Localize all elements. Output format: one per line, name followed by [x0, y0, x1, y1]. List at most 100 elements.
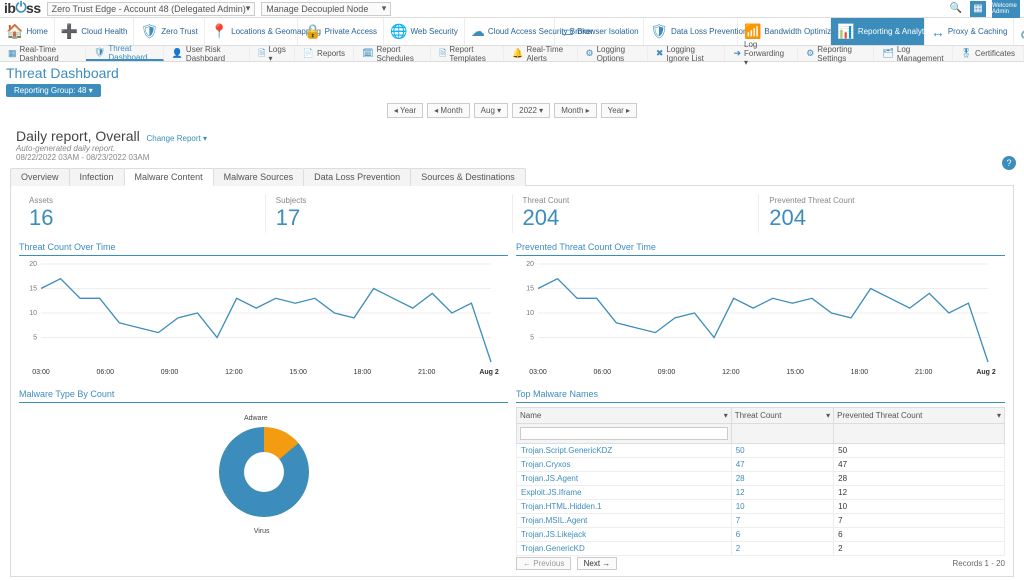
- month-select[interactable]: Aug ▾: [474, 103, 508, 118]
- svg-text:10: 10: [29, 310, 37, 317]
- table-row[interactable]: Trojan.JS.Agent2828: [517, 472, 1005, 486]
- ribbon-icon: 📊: [837, 23, 854, 40]
- tab-malware-content[interactable]: Malware Content: [124, 168, 214, 186]
- ribbon-home[interactable]: 🏠Home: [0, 18, 55, 45]
- col-name[interactable]: Name ▾: [517, 408, 732, 424]
- prev-year-button[interactable]: ◂ Year: [387, 103, 423, 118]
- date-range-bar: ◂ Year ◂ Month Aug ▾ 2022 ▾ Month ▸ Year…: [0, 103, 1024, 118]
- subtab-report-schedules[interactable]: 🗓Report Schedules: [354, 46, 431, 61]
- svg-text:03:00: 03:00: [32, 369, 50, 376]
- tab-sources-destinations[interactable]: Sources & Destinations: [410, 168, 526, 186]
- svg-text:09:00: 09:00: [161, 369, 179, 376]
- ribbon-icon: 🌐: [390, 23, 407, 40]
- threat-count-card: Threat Count Over Time 510152003:0006:00…: [19, 239, 508, 380]
- subtab-log-management[interactable]: 🗂Log Management: [874, 46, 952, 61]
- ribbon-web-security[interactable]: 🌐Web Security: [384, 18, 465, 45]
- pager-next[interactable]: Next →: [577, 557, 618, 570]
- table-row[interactable]: Trojan.Script.GenericKDZ5050: [517, 444, 1005, 458]
- tab-infection[interactable]: Infection: [69, 168, 125, 186]
- stat-subjects: Subjects17: [266, 194, 513, 233]
- subtab-icon: ⚙: [806, 48, 814, 59]
- svg-text:06:00: 06:00: [594, 369, 612, 376]
- ribbon-locations-geomapping[interactable]: 📍Locations & Geomapping: [205, 18, 298, 45]
- svg-text:15:00: 15:00: [786, 369, 804, 376]
- table-footer: ← Previous Next → Records 1 - 20: [516, 556, 1005, 568]
- subtab-report-templates[interactable]: 🗎Report Templates: [431, 46, 504, 61]
- tab-overview[interactable]: Overview: [10, 168, 70, 186]
- pie-label-virus: Virus: [254, 528, 270, 535]
- next-year-button[interactable]: Year ▸: [601, 103, 637, 118]
- subtab-threat-dashboard[interactable]: 🛡Threat Dashboard: [86, 46, 164, 61]
- table-row[interactable]: Trojan.JS.Likejack66: [517, 528, 1005, 542]
- report-header: Daily report, Overall Change Report ▾ Au…: [10, 126, 1014, 164]
- subtab-icon: ➜: [733, 48, 741, 59]
- svg-text:21:00: 21:00: [418, 369, 436, 376]
- table-row[interactable]: Trojan.MSIL.Agent77: [517, 514, 1005, 528]
- change-report-link[interactable]: Change Report ▾: [146, 134, 207, 143]
- subtab-real-time-alerts[interactable]: 🔔Real-Time Alerts: [504, 46, 577, 61]
- ribbon-icon: ➕: [61, 23, 78, 40]
- ribbon-connect-devices[interactable]: 🔗Connect Devices: [1014, 18, 1024, 45]
- prev-month-button[interactable]: ◂ Month: [427, 103, 469, 118]
- subtab-user-risk-dashboard[interactable]: 👤User Risk Dashboard: [164, 46, 251, 61]
- subtab-logging-options[interactable]: ⚙Logging Options: [578, 46, 648, 61]
- svg-text:10: 10: [526, 310, 534, 317]
- tab-malware-sources[interactable]: Malware Sources: [213, 168, 305, 186]
- ribbon-reporting-analytics[interactable]: 📊Reporting & Analytics: [831, 18, 924, 45]
- current-user-badge[interactable]: Welcome Admin: [992, 0, 1020, 18]
- subtab-icon: 🎖: [961, 48, 972, 59]
- table-row[interactable]: Trojan.GenericKD22: [517, 542, 1005, 556]
- ribbon-icon: ☁: [471, 23, 485, 40]
- ribbon-browser-isolation[interactable]: ▭Browser Isolation: [555, 18, 644, 45]
- pie-label-adware: Adware: [244, 415, 268, 422]
- subtab-certificates[interactable]: 🎖Certificates: [953, 46, 1024, 61]
- subtab-reporting-settings[interactable]: ⚙Reporting Settings: [798, 46, 874, 61]
- ribbon-icon: 📶: [744, 23, 761, 40]
- col-threat[interactable]: Threat Count ▾: [731, 408, 833, 424]
- ribbon-cloud-access-security-broker[interactable]: ☁Cloud Access Security Broker: [465, 18, 555, 45]
- svg-text:12:00: 12:00: [722, 369, 740, 376]
- svg-text:15: 15: [29, 286, 37, 293]
- table-row[interactable]: Trojan.Cryxos4747: [517, 458, 1005, 472]
- ribbon-private-access[interactable]: 🔒Private Access: [298, 18, 384, 45]
- subtab-logs-[interactable]: 🗎Logs ▾: [250, 46, 295, 61]
- subtab-bar: ▦Real-Time Dashboard🛡Threat Dashboard👤Us…: [0, 46, 1024, 62]
- malware-table: Name ▾ Threat Count ▾ Prevented Threat C…: [516, 407, 1005, 556]
- table-row[interactable]: Trojan.HTML.Hidden.11010: [517, 500, 1005, 514]
- ribbon-icon: 🛡: [140, 23, 158, 40]
- reporting-group-pill[interactable]: Reporting Group: 48 ▾: [6, 84, 101, 97]
- subtab-icon: ▦: [8, 48, 17, 59]
- year-select[interactable]: 2022 ▾: [512, 103, 550, 118]
- svg-text:09:00: 09:00: [658, 369, 676, 376]
- subtab-reports[interactable]: 📄Reports: [295, 46, 354, 61]
- prevented-count-chart: 510152003:0006:0009:0012:0015:0018:0021:…: [516, 260, 996, 378]
- ribbon-zero-trust[interactable]: 🛡Zero Trust: [134, 18, 204, 45]
- account-selector[interactable]: Zero Trust Edge - Account 48 (Delegated …: [47, 2, 256, 16]
- col-prevented[interactable]: Prevented Threat Count ▾: [834, 408, 1005, 424]
- ribbon-cloud-health[interactable]: ➕Cloud Health: [55, 18, 135, 45]
- subtab-log-forwarding-[interactable]: ➜Log Forwarding ▾: [725, 46, 798, 61]
- pager-prev[interactable]: ← Previous: [516, 557, 571, 570]
- node-selector[interactable]: Manage Decoupled Node▾: [261, 2, 391, 16]
- ribbon-icon: 🏠: [6, 23, 23, 40]
- svg-text:12:00: 12:00: [225, 369, 243, 376]
- grid-icon[interactable]: ▦: [970, 1, 986, 17]
- tab-data-loss-prevention[interactable]: Data Loss Prevention: [303, 168, 411, 186]
- svg-text:15:00: 15:00: [289, 369, 307, 376]
- ribbon-data-loss-prevention[interactable]: 🛡Data Loss Prevention: [644, 18, 738, 45]
- next-month-button[interactable]: Month ▸: [554, 103, 596, 118]
- stat-threat-count: Threat Count204: [513, 194, 760, 233]
- ribbon-proxy-caching[interactable]: ↔Proxy & Caching: [925, 18, 1015, 45]
- help-icon[interactable]: ?: [1002, 156, 1016, 170]
- ribbon-icon: ↔: [931, 24, 945, 40]
- ribbon-icon: 🔗: [1020, 23, 1024, 40]
- search-icon[interactable]: 🔍: [948, 1, 964, 17]
- subtab-real-time-dashboard[interactable]: ▦Real-Time Dashboard: [0, 46, 86, 61]
- table-row[interactable]: Exploit.JS.Iframe1212: [517, 486, 1005, 500]
- name-filter-input[interactable]: [520, 427, 728, 440]
- subtab-logging-ignore-list[interactable]: ✖Logging Ignore List: [648, 46, 726, 61]
- chart-title: Prevented Threat Count Over Time: [516, 239, 1005, 256]
- subtab-icon: 📄: [303, 48, 314, 59]
- subtab-icon: 🗎: [439, 46, 446, 62]
- svg-text:15: 15: [526, 286, 534, 293]
